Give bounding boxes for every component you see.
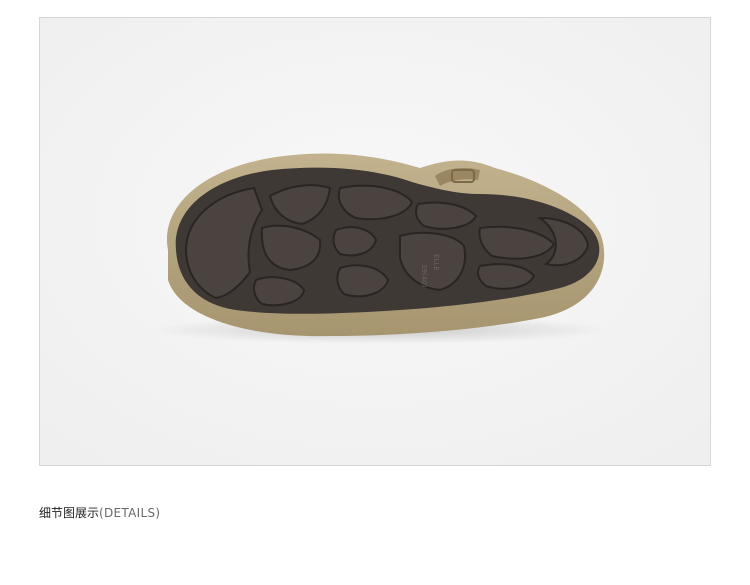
sole-size-mark: 39(40) [420, 264, 428, 288]
caption-subtitle: (DETAILS) [99, 506, 161, 520]
sole-brand-mark: ELLE [432, 254, 440, 271]
product-photo-frame: 39(40) ELLE [39, 17, 711, 466]
shoe-sole-photo: 39(40) ELLE [40, 18, 710, 465]
detail-caption: 细节图展示(DETAILS) [39, 504, 160, 521]
caption-title: 细节图展示 [39, 506, 100, 520]
